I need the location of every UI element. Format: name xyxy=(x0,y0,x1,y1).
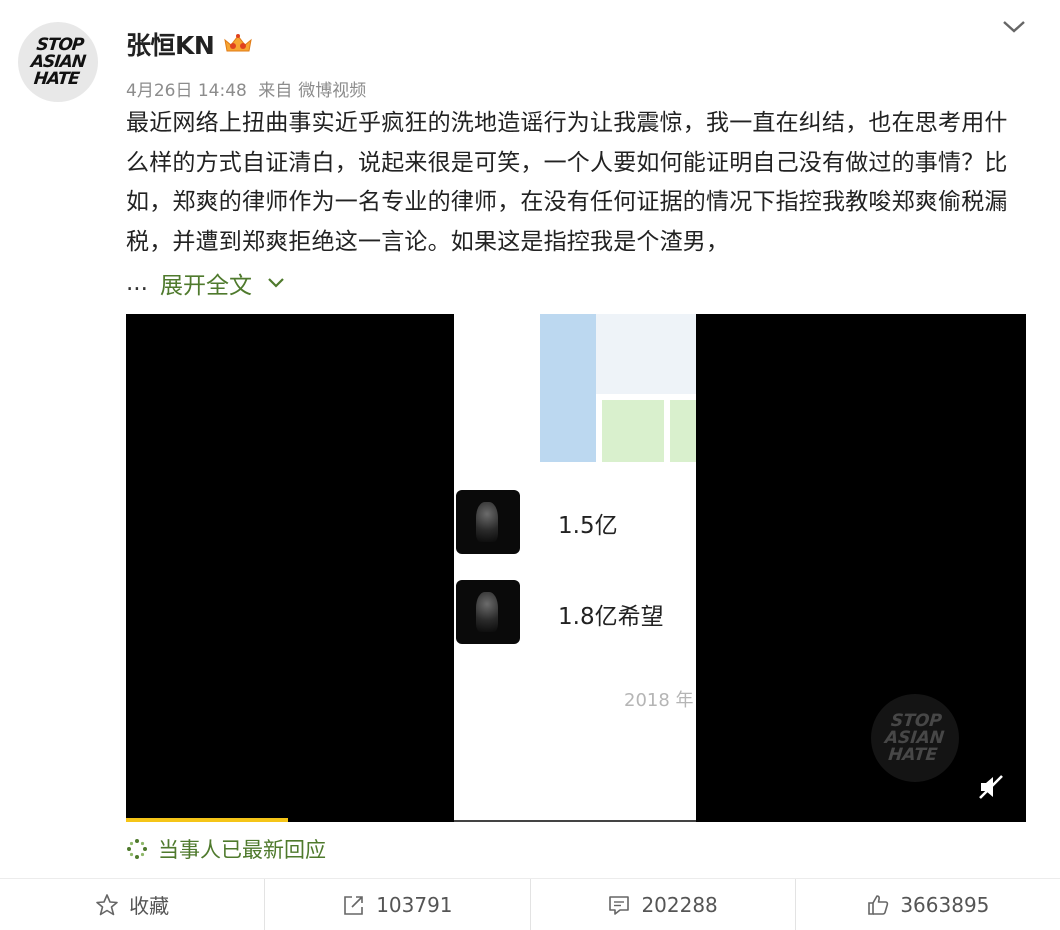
video-progress-track xyxy=(454,820,696,822)
star-icon xyxy=(96,893,118,915)
ellipsis: ... xyxy=(126,270,148,296)
repost-button[interactable]: 103791 xyxy=(265,879,531,930)
like-count: 3663895 xyxy=(900,892,990,917)
video-progress-bar[interactable] xyxy=(126,818,288,822)
video-year-text: 2018 年 xyxy=(624,690,694,711)
sparkle-icon xyxy=(127,839,147,859)
favorite-button[interactable]: 收藏 xyxy=(0,879,266,930)
comment-count: 202288 xyxy=(641,892,718,917)
share-icon xyxy=(344,895,363,915)
video-thumbnail xyxy=(456,580,520,644)
username[interactable]: 张恒KN xyxy=(126,26,215,62)
post-text: 最近网络上扭曲事实近乎疯狂的洗地造谣行为让我震惊，我一直在纠结，也在思考用什么样… xyxy=(126,110,1008,255)
watermark-text: STOP ASIAN HATE xyxy=(884,710,946,765)
avatar[interactable]: STOP ASIAN HATE xyxy=(18,22,98,102)
comment-button[interactable]: 202288 xyxy=(531,879,796,930)
watermark-logo: STOP ASIAN HATE xyxy=(871,694,959,782)
video-frame-content: 1.5亿 1.8亿希望 2018 年 xyxy=(454,314,696,822)
post-meta: 4月26日 14:48 来自 微博视频 xyxy=(126,76,366,101)
post-date[interactable]: 4月26日 14:48 xyxy=(126,81,247,101)
video-stat-2: 1.8亿希望 xyxy=(558,604,664,630)
chevron-down-icon xyxy=(268,278,284,288)
video-thumbnail xyxy=(456,490,520,554)
post-source[interactable]: 微博视频 xyxy=(298,81,366,101)
video-stat-1: 1.5亿 xyxy=(558,513,618,539)
vip-crown-icon xyxy=(224,34,252,52)
comment-icon xyxy=(609,895,630,915)
chevron-down-icon[interactable] xyxy=(1000,16,1028,38)
update-tag[interactable]: 当事人已最新回应 xyxy=(126,834,326,864)
mute-icon[interactable] xyxy=(976,772,1006,802)
video-player[interactable]: 1.5亿 1.8亿希望 2018 年 STOP ASIAN HATE xyxy=(126,314,1026,822)
chart-bar-green xyxy=(670,400,696,462)
chart-bg-block xyxy=(596,314,696,394)
like-button[interactable]: 3663895 xyxy=(796,879,1060,930)
update-tag-label: 当事人已最新回应 xyxy=(158,838,326,862)
favorite-label: 收藏 xyxy=(129,894,170,918)
chart-bar-green xyxy=(602,400,664,462)
expand-full-text-link[interactable]: 展开全文 xyxy=(160,266,252,300)
expand-row[interactable]: ... 展开全文 xyxy=(126,266,286,300)
action-bar: 收藏 103791 202288 3663895 xyxy=(0,879,1060,930)
avatar-logo-text: STOP ASIAN HATE xyxy=(29,34,87,89)
chart-bar-blue xyxy=(540,314,596,462)
thumbs-up-icon xyxy=(868,894,889,915)
from-label: 来自 xyxy=(258,81,293,101)
repost-count: 103791 xyxy=(376,892,453,917)
